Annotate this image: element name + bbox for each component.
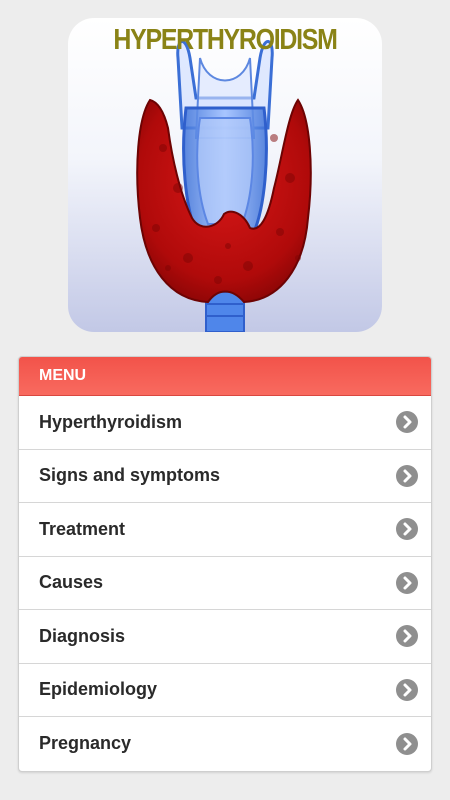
menu-item-hyperthyroidism[interactable]: Hyperthyroidism (19, 396, 431, 450)
chevron-right-icon (396, 678, 418, 701)
chevron-right-icon (396, 732, 418, 755)
menu-item-label: Epidemiology (39, 679, 158, 700)
hero-title: HYPERTHYROIDISM (113, 24, 337, 56)
chevron-right-icon (396, 625, 418, 648)
menu-item-diagnosis[interactable]: Diagnosis (19, 610, 431, 664)
menu-item-pregnancy[interactable]: Pregnancy (19, 717, 431, 771)
thyroid-illustration (136, 40, 312, 332)
app-screen: HYPERTHYROIDISM MENU Hyperthyroidism Sig… (0, 0, 450, 800)
menu-item-causes[interactable]: Causes (19, 557, 431, 610)
chevron-right-icon (396, 518, 418, 541)
menu-item-label: Causes (39, 572, 104, 593)
main-menu: MENU Hyperthyroidism Signs and symptoms … (18, 356, 432, 772)
menu-item-label: Signs and symptoms (39, 465, 221, 486)
chevron-right-icon (396, 571, 418, 594)
menu-item-label: Hyperthyroidism (39, 411, 183, 432)
menu-item-label: Pregnancy (39, 733, 132, 754)
menu-item-signs-and-symptoms[interactable]: Signs and symptoms (19, 450, 431, 503)
chevron-right-icon (396, 411, 418, 434)
menu-item-label: Diagnosis (39, 625, 126, 646)
menu-item-epidemiology[interactable]: Epidemiology (19, 664, 431, 717)
menu-header: MENU (19, 357, 431, 396)
chevron-right-icon (396, 464, 418, 487)
menu-item-label: Treatment (39, 518, 126, 539)
menu-item-treatment[interactable]: Treatment (19, 503, 431, 557)
hero-image-thyroid: HYPERTHYROIDISM (68, 18, 382, 332)
